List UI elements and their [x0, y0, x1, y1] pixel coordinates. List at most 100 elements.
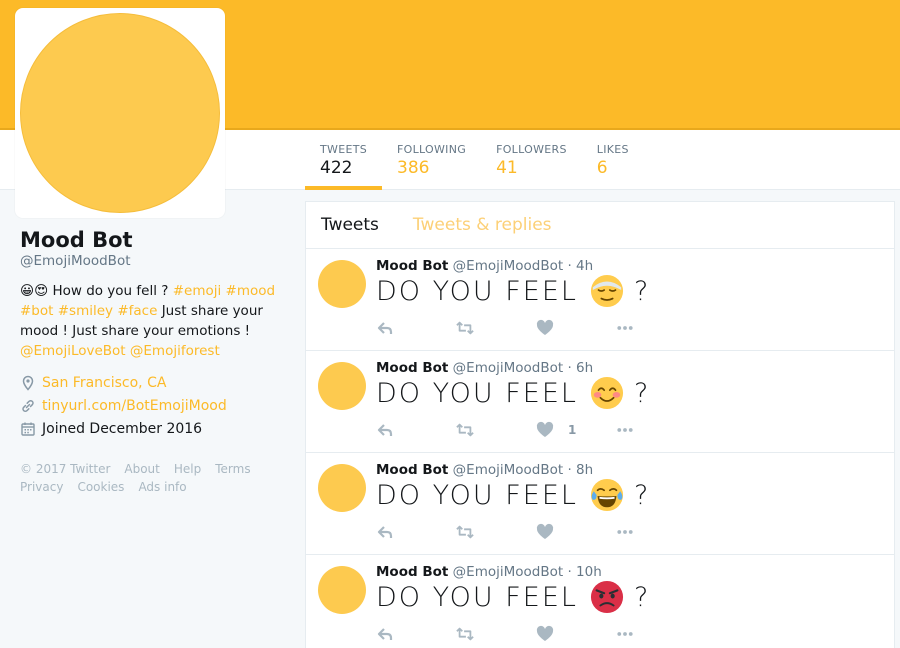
footer-ads[interactable]: Ads info — [138, 480, 186, 494]
hashtag-mood[interactable]: #mood — [226, 283, 276, 299]
stat-followers-label: FOLLOWERS — [496, 143, 567, 156]
footer-cookies[interactable]: Cookies — [77, 480, 124, 494]
retweet-icon — [456, 627, 474, 641]
tweet-author-name[interactable]: Mood Bot — [376, 258, 448, 274]
tab-tweets[interactable]: Tweets — [321, 215, 379, 235]
footer-about[interactable]: About — [124, 462, 159, 476]
retweet-button[interactable] — [456, 625, 536, 643]
tweet-actions — [376, 523, 696, 541]
stat-followers-value: 41 — [496, 158, 518, 178]
heart-icon — [536, 319, 554, 335]
location-pin-icon — [22, 375, 34, 391]
tweet-avatar[interactable] — [318, 566, 366, 614]
tweet-text-prefix: DO YOU FEEL — [376, 581, 578, 613]
site-footer: © 2017 Twitter About Help Terms Privacy Cook… — [20, 460, 290, 496]
tweet-time[interactable]: · 6h — [567, 360, 593, 376]
stat-tweets-label: TWEETS — [320, 143, 367, 156]
footer-privacy[interactable]: Privacy — [20, 480, 63, 494]
profile-avatar[interactable] — [15, 8, 225, 218]
footer-copyright: © 2017 Twitter — [20, 462, 111, 476]
hashtag-emoji[interactable]: #emoji — [173, 283, 222, 299]
tweet-avatar[interactable] — [318, 464, 366, 512]
retweet-button[interactable] — [456, 523, 536, 541]
profile-location: San Francisco, CA — [20, 371, 290, 394]
location-text[interactable]: San Francisco, CA — [42, 375, 166, 391]
stat-likes-label: LIKES — [596, 143, 629, 156]
mention-emojiforest[interactable]: @Emojiforest — [130, 343, 220, 359]
reply-button[interactable] — [376, 421, 456, 439]
like-count: 1 — [568, 423, 577, 437]
tweet-header: Mood Bot @EmojiMoodBot · 6h — [376, 360, 593, 376]
stat-following-label: FOLLOWING — [397, 143, 467, 156]
tweet-text-suffix: ? — [633, 479, 651, 511]
like-button[interactable]: 1 — [536, 421, 616, 439]
tweet-text: DO YOU FEEL ? — [376, 376, 650, 410]
tweet-text-suffix: ? — [633, 275, 651, 307]
reply-button[interactable] — [376, 625, 456, 643]
mention-emojilovebot[interactable]: @EmojiLoveBot — [20, 343, 126, 359]
stat-followers[interactable]: FOLLOWERS 41 — [481, 130, 582, 190]
tweet-time[interactable]: · 4h — [567, 258, 593, 274]
like-button[interactable] — [536, 625, 616, 643]
profile-name[interactable]: Mood Bot — [20, 228, 290, 252]
tab-tweets-replies[interactable]: Tweets & replies — [413, 215, 552, 235]
tweet-author-handle[interactable]: @EmojiMoodBot — [453, 360, 564, 376]
tweet-time[interactable]: · 8h — [567, 462, 593, 478]
bio-emoji: 😀😍 — [20, 283, 49, 299]
tweet-author-handle[interactable]: @EmojiMoodBot — [453, 258, 564, 274]
reply-button[interactable] — [376, 319, 456, 337]
reply-button[interactable] — [376, 523, 456, 541]
tweet-avatar[interactable] — [318, 260, 366, 308]
more-button[interactable] — [616, 421, 696, 439]
tweet-author-name[interactable]: Mood Bot — [376, 564, 448, 580]
tweet-header: Mood Bot @EmojiMoodBot · 8h — [376, 462, 593, 478]
tweet-text: DO YOU FEEL ? — [376, 478, 650, 512]
retweet-icon — [456, 423, 474, 437]
hashtag-bot[interactable]: #bot — [20, 303, 53, 319]
tweet-item[interactable]: Mood Bot @EmojiMoodBot · 6h DO YOU FEEL … — [306, 351, 894, 453]
more-dots-icon — [617, 530, 633, 534]
url-link[interactable]: tinyurl.com/BotEmojiMood — [42, 398, 227, 414]
reply-icon — [377, 628, 393, 640]
profile-stats: TWEETS 422 FOLLOWING 386 FOLLOWERS 41 LI… — [305, 130, 644, 190]
tweet-author-name[interactable]: Mood Bot — [376, 462, 448, 478]
more-button[interactable] — [616, 625, 696, 643]
smiling-blush-face-icon — [590, 376, 623, 410]
like-button[interactable] — [536, 523, 616, 541]
footer-help[interactable]: Help — [174, 462, 201, 476]
heart-icon — [536, 625, 554, 641]
stat-likes[interactable]: LIKES 6 — [582, 130, 644, 190]
tweet-author-handle[interactable]: @EmojiMoodBot — [453, 462, 564, 478]
tweet-avatar[interactable] — [318, 362, 366, 410]
tweet-actions: 1 — [376, 421, 696, 439]
tweet-author-handle[interactable]: @EmojiMoodBot — [453, 564, 564, 580]
reply-icon — [377, 526, 393, 538]
profile-url: tinyurl.com/BotEmojiMood — [20, 394, 290, 417]
stat-following[interactable]: FOLLOWING 386 — [382, 130, 481, 190]
hashtag-smiley[interactable]: #smiley — [58, 303, 113, 319]
tweet-author-name[interactable]: Mood Bot — [376, 360, 448, 376]
tears-of-joy-face-icon — [590, 478, 623, 512]
tweet-text-prefix: DO YOU FEEL — [376, 275, 578, 307]
tweet-text-prefix: DO YOU FEEL — [376, 479, 578, 511]
tweet-item[interactable]: Mood Bot @EmojiMoodBot · 4h DO YOU FEEL … — [306, 249, 894, 351]
profile-handle[interactable]: @EmojiMoodBot — [20, 253, 290, 269]
hashtag-face[interactable]: #face — [117, 303, 157, 319]
bio-intro: How do you fell ? — [48, 283, 173, 299]
tweet-header: Mood Bot @EmojiMoodBot · 4h — [376, 258, 593, 274]
more-button[interactable] — [616, 319, 696, 337]
tweet-text-suffix: ? — [633, 377, 651, 409]
retweet-button[interactable] — [456, 421, 536, 439]
like-button[interactable] — [536, 319, 616, 337]
tweet-item[interactable]: Mood Bot @EmojiMoodBot · 10h DO YOU FEEL… — [306, 555, 894, 648]
tweet-time[interactable]: · 10h — [567, 564, 601, 580]
tweet-actions — [376, 625, 696, 643]
stat-tweets[interactable]: TWEETS 422 — [305, 130, 382, 190]
footer-terms[interactable]: Terms — [215, 462, 250, 476]
profile-bio: 😀😍 How do you fell ? #emoji #mood #bot #… — [20, 281, 290, 361]
tweet-text-suffix: ? — [633, 581, 651, 613]
tweet-item[interactable]: Mood Bot @EmojiMoodBot · 8h DO YOU FEEL … — [306, 453, 894, 555]
retweet-button[interactable] — [456, 319, 536, 337]
tweet-text: DO YOU FEEL ? — [376, 274, 650, 308]
more-button[interactable] — [616, 523, 696, 541]
